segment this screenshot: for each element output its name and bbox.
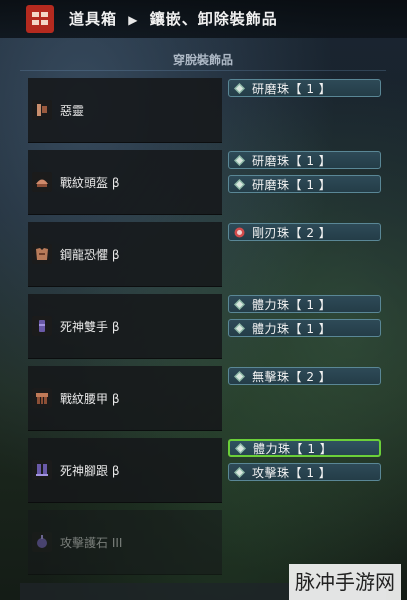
equipment-row-legs: 死神腳跟 β 體力珠【 1 】 攻擊珠【 1 】 <box>20 438 386 503</box>
equipment-slot[interactable]: 攻擊護石 III <box>28 510 222 575</box>
decoration-label: 體力珠【 1 】 <box>252 297 332 312</box>
decoration-slot[interactable]: 研磨珠【 1 】 <box>228 79 381 97</box>
decoration-slot[interactable]: 體力珠【 1 】 <box>228 295 381 313</box>
equipment-name: 鋼龍恐懼 β <box>60 248 120 262</box>
equipment-name: 死神腳跟 β <box>60 464 120 478</box>
equipment-name: 戰紋腰甲 β <box>60 392 120 406</box>
equipment-row-chest: 鋼龍恐懼 β 剛刃珠【 2 】 <box>20 222 386 287</box>
equipment-name: 攻擊護石 III <box>60 536 123 550</box>
equipment-row-head: 戰紋頭盔 β 研磨珠【 1 】 研磨珠【 1 】 <box>20 150 386 215</box>
decoration-label: 攻擊珠【 1 】 <box>252 465 332 480</box>
decoration-slot[interactable]: 攻擊珠【 1 】 <box>228 463 381 481</box>
equipment-slot[interactable]: 惡靈 <box>28 78 222 143</box>
decoration-slot-selected[interactable]: 體力珠【 1 】 <box>228 439 381 457</box>
decoration-slot[interactable]: 體力珠【 1 】 <box>228 319 381 337</box>
decoration-slot[interactable]: 剛刃珠【 2 】 <box>228 223 381 241</box>
decoration-gem-icon <box>232 465 246 479</box>
decoration-label: 體力珠【 1 】 <box>253 441 333 456</box>
charm-icon <box>32 532 52 552</box>
gauntlet-icon <box>32 316 52 336</box>
decoration-label: 無擊珠【 2 】 <box>252 369 332 384</box>
decoration-gem-icon <box>232 177 246 191</box>
decoration-slot[interactable]: 研磨珠【 1 】 <box>228 151 381 169</box>
panel-title: 穿脫裝飾品 <box>20 50 386 71</box>
equipment-row-weapon: 惡靈 研磨珠【 1 】 <box>20 78 386 143</box>
chest-armor-icon <box>32 244 52 264</box>
decoration-panel: 穿脫裝飾品 惡靈 研磨珠【 1 】 戰紋頭盔 β 研磨珠【 1 】 研磨珠【 1… <box>20 50 386 600</box>
decoration-label: 體力珠【 1 】 <box>252 321 332 336</box>
decoration-gem-icon <box>232 297 246 311</box>
equipment-row-waist: 戰紋腰甲 β 無擊珠【 2 】 <box>20 366 386 431</box>
decoration-label: 研磨珠【 1 】 <box>252 153 332 168</box>
equipment-row-arms: 死神雙手 β 體力珠【 1 】 體力珠【 1 】 <box>20 294 386 359</box>
decoration-label: 剛刃珠【 2 】 <box>252 225 332 240</box>
header-bar: 道具箱 ▶ 鑲嵌、卸除裝飾品 <box>0 0 407 38</box>
equipment-slot[interactable]: 死神腳跟 β <box>28 438 222 503</box>
breadcrumb-decorations: 鑲嵌、卸除裝飾品 <box>149 10 278 28</box>
equipment-name: 惡靈 <box>60 104 85 118</box>
decoration-gem-icon <box>232 369 246 383</box>
game-screen: 道具箱 ▶ 鑲嵌、卸除裝飾品 穿脫裝飾品 惡靈 研磨珠【 1 】 戰紋頭盔 β … <box>0 0 407 600</box>
decoration-label: 研磨珠【 1 】 <box>252 177 332 192</box>
equipment-name: 死神雙手 β <box>60 320 120 334</box>
watermark: 脉冲手游网 <box>289 564 401 600</box>
decoration-slot[interactable]: 無擊珠【 2 】 <box>228 367 381 385</box>
equipment-slot[interactable]: 戰紋腰甲 β <box>28 366 222 431</box>
leg-armor-icon <box>32 460 52 480</box>
decoration-label: 研磨珠【 1 】 <box>252 81 332 96</box>
item-box-menu-icon <box>26 5 54 33</box>
weapon-icon <box>32 100 52 120</box>
decoration-gem-icon <box>232 153 246 167</box>
breadcrumb: 道具箱 ▶ 鑲嵌、卸除裝飾品 <box>66 8 281 29</box>
decoration-gem-icon <box>232 321 246 335</box>
decoration-gem-icon <box>232 225 246 239</box>
chevron-right-icon: ▶ <box>128 13 139 27</box>
equipment-slot[interactable]: 戰紋頭盔 β <box>28 150 222 215</box>
equipment-slot[interactable]: 鋼龍恐懼 β <box>28 222 222 287</box>
helmet-icon <box>32 172 52 192</box>
waist-armor-icon <box>32 388 52 408</box>
breadcrumb-item-box[interactable]: 道具箱 <box>69 10 117 28</box>
decoration-gem-icon <box>233 441 247 455</box>
equipment-slot[interactable]: 死神雙手 β <box>28 294 222 359</box>
decoration-gem-icon <box>232 81 246 95</box>
decoration-slot[interactable]: 研磨珠【 1 】 <box>228 175 381 193</box>
equipment-name: 戰紋頭盔 β <box>60 176 120 190</box>
